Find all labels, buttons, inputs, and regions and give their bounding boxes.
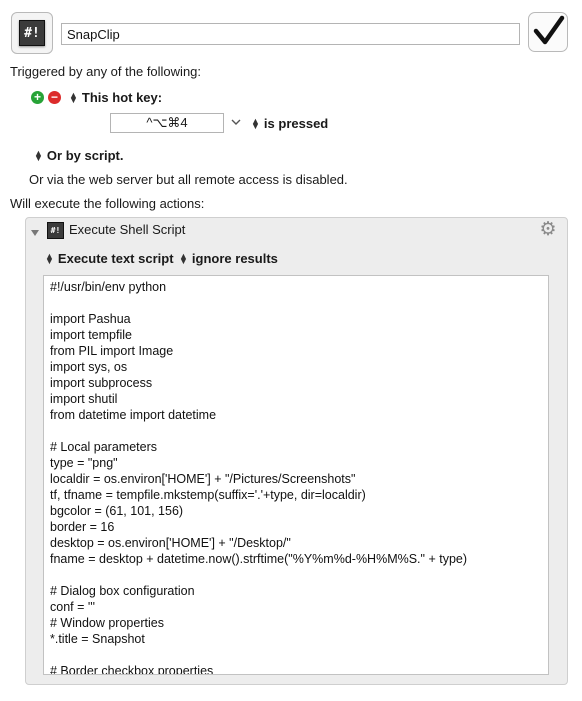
script-line: tf, tfname = tempfile.mkstemp(suffix='.'… bbox=[50, 488, 366, 502]
script-line bbox=[50, 423, 544, 439]
script-line: # Border checkbox properties bbox=[50, 664, 214, 675]
gear-icon[interactable]: ⚙ bbox=[538, 220, 558, 240]
hotkey-condition-popup[interactable]: ▲ ▼ is pressed bbox=[251, 116, 328, 131]
script-trigger-label: Or by script. bbox=[46, 148, 124, 163]
script-line: from datetime import datetime bbox=[50, 408, 217, 422]
actions-heading: Will execute the following actions: bbox=[10, 196, 205, 211]
results-option-label: ignore results bbox=[191, 251, 278, 266]
checkmark-icon bbox=[533, 15, 565, 45]
script-line: conf = ''' bbox=[50, 600, 96, 614]
results-option-popup[interactable]: ▲ ▼ ignore results bbox=[179, 251, 278, 266]
script-text-area[interactable]: #!/usr/bin/env python import Pashua import… bbox=[43, 275, 549, 675]
script-line bbox=[50, 567, 544, 583]
chevron-down-icon bbox=[231, 119, 241, 125]
script-line: from PIL import Image bbox=[50, 344, 174, 358]
script-line: type = "png" bbox=[50, 456, 118, 470]
disclosure-triangle-icon bbox=[31, 230, 39, 236]
script-line: import shutil bbox=[50, 392, 118, 406]
script-line: fname = desktop + datetime.now().strftim… bbox=[50, 552, 468, 566]
script-source-label: Execute text script bbox=[57, 251, 174, 266]
updown-arrows-icon: ▲ ▼ bbox=[69, 89, 78, 105]
updown-arrows-icon: ▲ ▼ bbox=[34, 147, 43, 163]
script-line: desktop = os.environ['HOME'] + "/Desktop… bbox=[50, 536, 291, 550]
script-line: border = 16 bbox=[50, 520, 115, 534]
script-line: #!/usr/bin/env python bbox=[50, 280, 167, 294]
macro-icon[interactable]: #! bbox=[11, 12, 53, 54]
web-server-note: Or via the web server but all remote acc… bbox=[29, 172, 348, 187]
collapse-action-toggle[interactable] bbox=[30, 226, 40, 236]
script-trigger-popup[interactable]: ▲ ▼ Or by script. bbox=[34, 148, 124, 163]
updown-arrows-icon: ▲ ▼ bbox=[179, 250, 188, 266]
script-line: # Local parameters bbox=[50, 440, 158, 454]
script-line: # Dialog box configuration bbox=[50, 584, 195, 598]
add-trigger-icon[interactable]: + bbox=[31, 91, 44, 104]
script-line bbox=[50, 295, 544, 311]
script-source-popup[interactable]: ▲ ▼ Execute text script bbox=[45, 251, 174, 266]
hotkey-trigger-label: This hot key: bbox=[81, 90, 163, 105]
shell-script-icon: #! bbox=[19, 20, 45, 46]
script-line: *.title = Snapshot bbox=[50, 632, 145, 646]
hotkey-trigger-popup[interactable]: ▲ ▼ This hot key: bbox=[69, 90, 162, 105]
action-title: Execute Shell Script bbox=[69, 222, 186, 237]
shell-script-icon: #! bbox=[47, 222, 64, 239]
hotkey-condition-label: is pressed bbox=[263, 116, 329, 131]
script-line bbox=[50, 647, 544, 663]
script-line: import subprocess bbox=[50, 376, 153, 390]
updown-arrows-icon: ▲ ▼ bbox=[251, 115, 260, 131]
script-line: # Window properties bbox=[50, 616, 164, 630]
remove-trigger-icon[interactable]: − bbox=[48, 91, 61, 104]
script-line: import sys, os bbox=[50, 360, 128, 374]
script-line: localdir = os.environ['HOME'] + "/Pictur… bbox=[50, 472, 356, 486]
script-line: import tempfile bbox=[50, 328, 132, 342]
triggers-heading: Triggered by any of the following: bbox=[10, 64, 202, 79]
script-line: bgcolor = (61, 101, 156) bbox=[50, 504, 184, 518]
hotkey-dropdown[interactable] bbox=[230, 116, 242, 128]
script-line: import Pashua bbox=[50, 312, 131, 326]
hotkey-field[interactable]: ^⌥⌘4 bbox=[110, 113, 224, 133]
updown-arrows-icon: ▲ ▼ bbox=[45, 250, 54, 266]
macro-name-field[interactable]: SnapClip bbox=[61, 23, 520, 45]
enable-macro-checkbox[interactable] bbox=[528, 12, 568, 52]
